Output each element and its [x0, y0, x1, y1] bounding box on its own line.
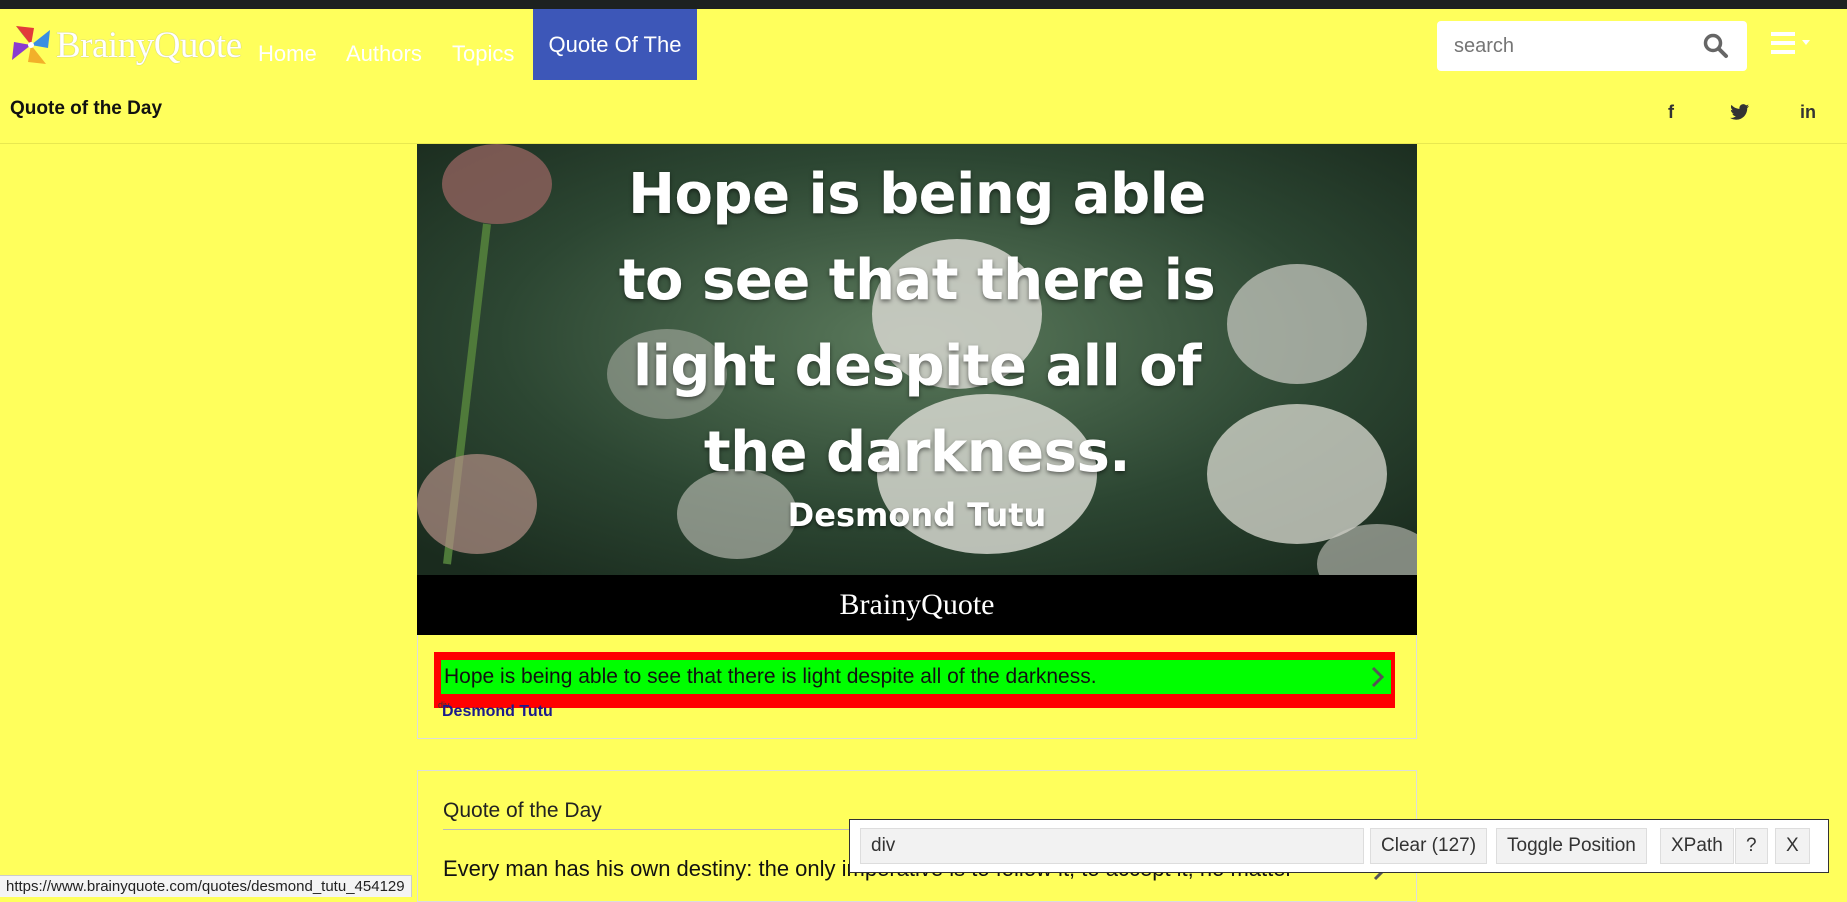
page-title: Quote of the Day	[10, 98, 163, 119]
image-author: Desmond Tutu	[787, 496, 1047, 534]
image-quote-line: the darkness.	[703, 420, 1131, 485]
logo-text: BrainyQuote	[56, 24, 242, 66]
image-brand-strip: BrainyQuote	[417, 575, 1417, 635]
selector-input[interactable]: div	[860, 828, 1364, 864]
search-input[interactable]	[1452, 33, 1676, 59]
image-quote-line: Hope is being able	[628, 162, 1206, 227]
nav-authors[interactable]: Authors	[346, 18, 422, 89]
element-highlight[interactable]: Hope is being able to see that there is …	[441, 660, 1391, 694]
nav-home[interactable]: Home	[258, 18, 317, 89]
pinwheel-logo-icon	[12, 26, 50, 64]
image-quote-line: to see that there is	[618, 248, 1216, 313]
browser-top-strip	[0, 0, 1847, 9]
subheader-bar: Quote of the Day f in	[0, 80, 1847, 144]
close-button[interactable]: X	[1775, 828, 1810, 864]
navbar: BrainyQuote Home Authors Topics Quote Of…	[0, 9, 1847, 128]
nav-topics[interactable]: Topics	[452, 18, 514, 89]
featured-quote-text[interactable]: Hope is being able to see that there is …	[444, 665, 1097, 689]
quote-image[interactable]: Hope is being able to see that there is …	[417, 144, 1417, 635]
quote-overlay: Hope is being able to see that there is …	[417, 144, 1417, 575]
clear-button[interactable]: Clear (127)	[1370, 828, 1488, 864]
linkedin-icon[interactable]: in	[1800, 102, 1816, 123]
chevron-right-icon[interactable]	[1371, 666, 1385, 688]
nav-quote-of-the-day[interactable]: Quote Of The Day	[533, 9, 697, 128]
hamburger-menu-icon[interactable]	[1771, 31, 1821, 57]
search-icon[interactable]	[1703, 33, 1729, 59]
search-box	[1437, 21, 1747, 71]
facebook-icon[interactable]: f	[1668, 102, 1674, 123]
help-button[interactable]: ?	[1735, 828, 1768, 864]
image-quote-lines: Hope is being able to see that there is …	[618, 152, 1216, 496]
brainyquote-logo[interactable]: BrainyQuote	[8, 19, 242, 71]
toggle-position-button[interactable]: Toggle Position	[1496, 828, 1647, 864]
status-bar-url: https://www.brainyquote.com/quotes/desmo…	[0, 875, 412, 897]
selector-devtools-bar: div Clear (127) Toggle Position XPath ? …	[849, 819, 1829, 873]
author-link[interactable]: Desmond Tutu	[442, 703, 553, 721]
xpath-button[interactable]: XPath	[1660, 828, 1734, 864]
image-quote-line: light despite all of	[632, 334, 1202, 399]
twitter-icon[interactable]	[1730, 104, 1750, 121]
image-brand: BrainyQuote	[839, 588, 995, 621]
